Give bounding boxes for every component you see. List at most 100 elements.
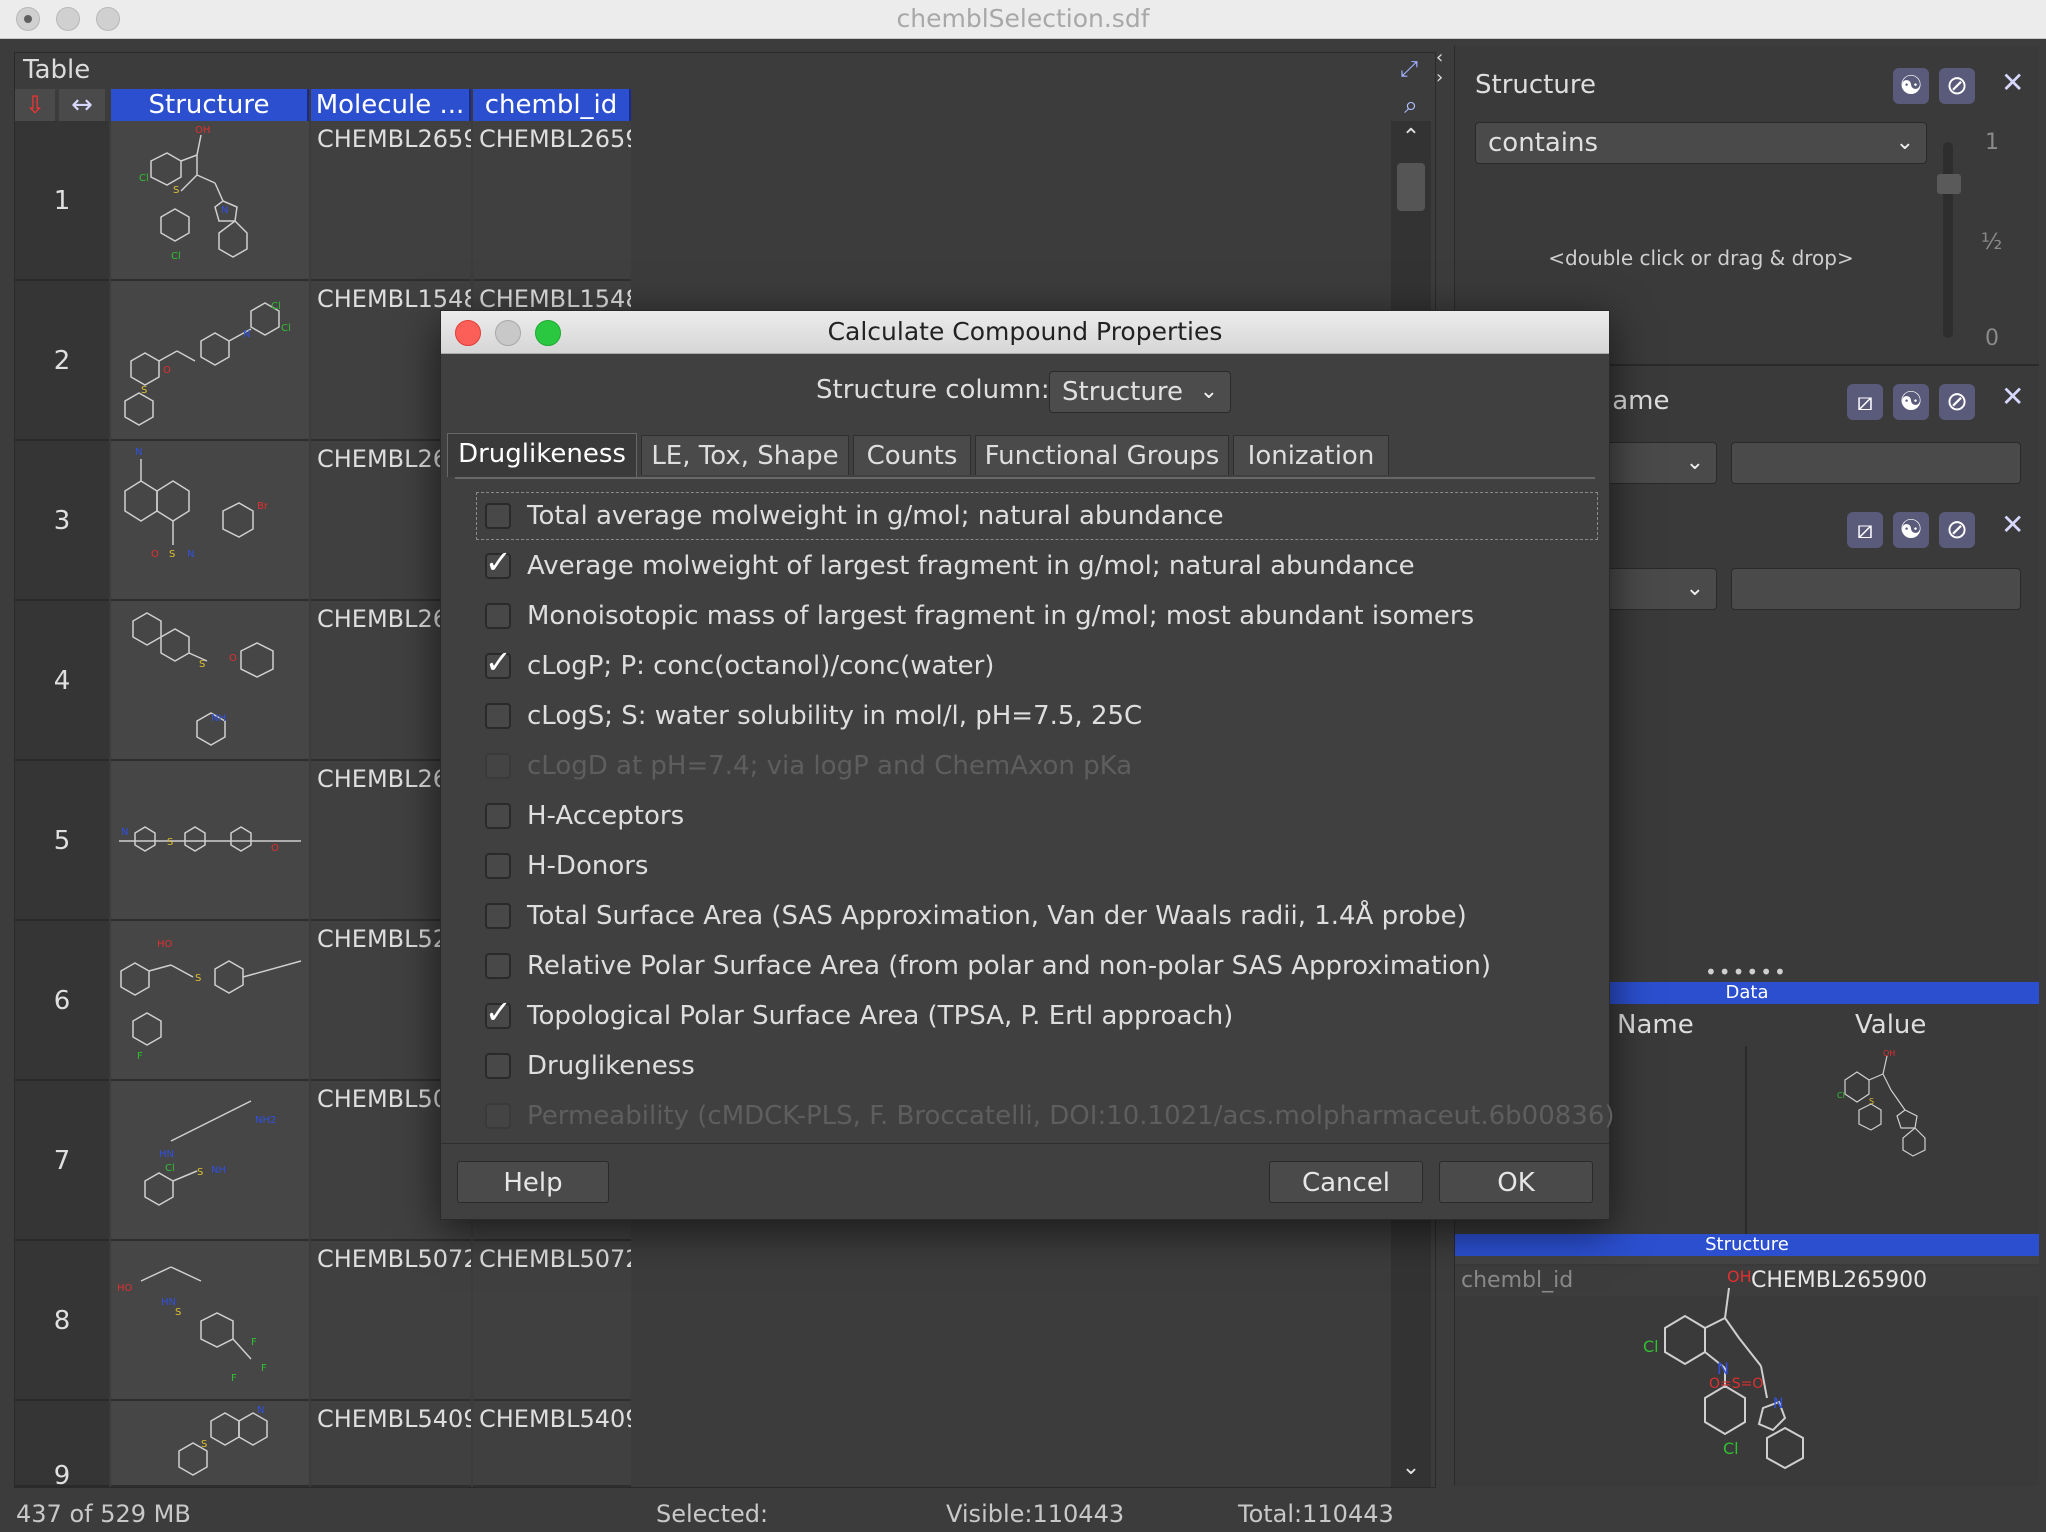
cancel-button[interactable]: Cancel — [1269, 1161, 1423, 1203]
svg-text:N: N — [1773, 1396, 1783, 1412]
checkbox[interactable] — [485, 503, 511, 529]
name-filter-mode-select[interactable]: ⌄ — [1605, 442, 1717, 484]
option-monoisotopic-mass[interactable]: Monoisotopic mass of largest fragment in… — [477, 593, 1597, 639]
structure-column-select[interactable]: Structure ⌄ — [1049, 371, 1231, 413]
structure-cell: NH2 HN S NH Cl — [111, 1081, 309, 1241]
dialog-titlebar: Calculate Compound Properties — [441, 311, 1609, 354]
structure-drop-area[interactable]: <double click or drag & drop> — [1475, 246, 1927, 270]
option-relative-polar-surface-area[interactable]: Relative Polar Surface Area (from polar … — [477, 943, 1597, 989]
option-label: Total average molweight in g/mol; natura… — [527, 501, 1224, 531]
tab-counts[interactable]: Counts — [853, 435, 971, 475]
resize-columns-icon[interactable]: ↔ — [59, 89, 105, 121]
tab-ionization[interactable]: Ionization — [1233, 435, 1389, 475]
svg-text:N: N — [243, 329, 250, 340]
checkbox[interactable] — [485, 953, 511, 979]
row-number: 5 — [15, 761, 109, 921]
option-tpsa[interactable]: ✓ Topological Polar Surface Area (TPSA, … — [477, 993, 1597, 1039]
option-h-acceptors[interactable]: H-Acceptors — [477, 793, 1597, 839]
divider — [1745, 1046, 1747, 1246]
expand-icon[interactable]: ⤢ — [1395, 57, 1423, 85]
tab-le-tox-shape[interactable]: LE, Tox, Shape — [641, 435, 849, 475]
reverse-filter-icon[interactable]: ⧄ — [1847, 512, 1883, 548]
option-total-avg-molweight[interactable]: Total average molweight in g/mol; natura… — [476, 492, 1598, 540]
chevron-down-icon: ⌄ — [1685, 450, 1704, 475]
svg-text:S: S — [197, 1167, 203, 1178]
column-header-structure[interactable]: Structure — [111, 89, 309, 121]
svg-text:HN: HN — [161, 1297, 176, 1308]
chembl-id-cell: CHEMBL5409 — [473, 1401, 631, 1487]
disable-filter-icon[interactable]: ⊘ — [1939, 512, 1975, 548]
slider-tick-mid: ½ — [1981, 230, 2003, 255]
checkbox[interactable] — [485, 1053, 511, 1079]
yin-yang-icon[interactable]: ☯ — [1893, 512, 1929, 548]
disable-filter-icon[interactable]: ⊘ — [1939, 384, 1975, 420]
scrollbar-thumb[interactable] — [1397, 163, 1425, 211]
option-clogp[interactable]: ✓ cLogP; P: conc(octanol)/conc(water) — [477, 643, 1597, 689]
checkbox[interactable] — [485, 853, 511, 879]
row-number: 2 — [15, 281, 109, 441]
reverse-filter-icon[interactable]: ⧄ — [1847, 384, 1883, 420]
svg-text:N: N — [187, 549, 194, 560]
splitter-handle[interactable]: •••••• — [1705, 960, 1788, 984]
row-number: 7 — [15, 1081, 109, 1241]
svg-text:HN: HN — [159, 1149, 174, 1160]
disable-filter-icon[interactable]: ⊘ — [1939, 68, 1975, 104]
similarity-slider-track[interactable] — [1943, 142, 1953, 338]
svg-text:F: F — [251, 1337, 257, 1348]
name-filter-input[interactable] — [1731, 442, 2021, 484]
checkbox[interactable] — [485, 703, 511, 729]
column-header-molecule[interactable]: Molecule ... — [311, 89, 471, 121]
id-filter-input[interactable] — [1731, 568, 2021, 610]
svg-text:Cl: Cl — [1837, 1091, 1845, 1100]
chevron-down-icon: ⌄ — [1199, 379, 1218, 404]
svg-text:S: S — [1869, 1097, 1874, 1106]
ok-button[interactable]: OK — [1439, 1161, 1593, 1203]
option-druglikeness[interactable]: Druglikeness — [477, 1043, 1597, 1089]
close-icon[interactable]: ✕ — [2001, 66, 2024, 99]
chembl-id-cell: CHEMBL2659 — [473, 121, 631, 281]
yin-yang-icon[interactable]: ☯ — [1893, 384, 1929, 420]
tab-functional-groups[interactable]: Functional Groups — [975, 435, 1229, 475]
molecule-name-cell: CHEMBL2659 — [311, 121, 471, 281]
structure-mode-select[interactable]: contains ⌄ — [1475, 122, 1927, 164]
molecule-drawing: HO S F — [120, 939, 302, 1062]
search-icon[interactable]: ⌕ — [1395, 89, 1427, 121]
close-icon[interactable]: ✕ — [2001, 508, 2024, 541]
option-total-surface-area[interactable]: Total Surface Area (SAS Approximation, V… — [477, 893, 1597, 939]
structure-filter-label: Structure — [1475, 70, 1596, 100]
similarity-slider-handle[interactable] — [1937, 174, 1961, 194]
svg-text:S: S — [201, 1439, 207, 1450]
svg-text:N: N — [221, 205, 228, 216]
help-button[interactable]: Help — [457, 1161, 609, 1203]
option-clogs[interactable]: cLogS; S: water solubility in mol/l, pH=… — [477, 693, 1597, 739]
svg-text:OH: OH — [1883, 1050, 1895, 1058]
row-number: 6 — [15, 921, 109, 1081]
name-filter-label: lame — [1605, 386, 1670, 416]
sort-down-icon[interactable]: ⇩ — [15, 89, 55, 121]
close-icon[interactable]: ✕ — [2001, 380, 2024, 413]
checkbox[interactable] — [485, 903, 511, 929]
scroll-up-icon[interactable]: ⌃ — [1395, 125, 1427, 153]
id-filter-mode-select[interactable]: ⌄ — [1605, 568, 1717, 610]
option-label: cLogP; P: conc(octanol)/conc(water) — [527, 651, 995, 681]
svg-text:S: S — [141, 385, 147, 396]
molecule-drawing: OH Cl S Cl N — [139, 125, 248, 262]
svg-text:F: F — [137, 1051, 143, 1062]
option-h-donors[interactable]: H-Donors — [477, 843, 1597, 889]
structure-column-label: Structure column: — [816, 375, 1050, 405]
option-avg-molweight-largest-fragment[interactable]: ✓ Average molweight of largest fragment … — [477, 543, 1597, 589]
svg-text:S: S — [199, 659, 205, 670]
row-number: 9 — [15, 1401, 109, 1487]
tab-druglikeness[interactable]: Druglikeness — [447, 433, 637, 477]
column-header-chembl-id[interactable]: chembl_id — [473, 89, 631, 121]
row-number: 1 — [15, 121, 109, 281]
checkbox[interactable] — [485, 603, 511, 629]
data-row-name: chembl_id — [1461, 1268, 1574, 1293]
svg-text:N: N — [257, 1405, 264, 1416]
checkbox[interactable] — [485, 803, 511, 829]
calculate-properties-dialog: Calculate Compound Properties Structure … — [440, 310, 1615, 1220]
collapse-toggle-icon[interactable]: ‹ › — [1436, 48, 1450, 88]
checkbox — [485, 1103, 511, 1129]
yin-yang-icon[interactable]: ☯ — [1893, 68, 1929, 104]
scroll-down-icon[interactable]: ⌄ — [1395, 1455, 1427, 1483]
